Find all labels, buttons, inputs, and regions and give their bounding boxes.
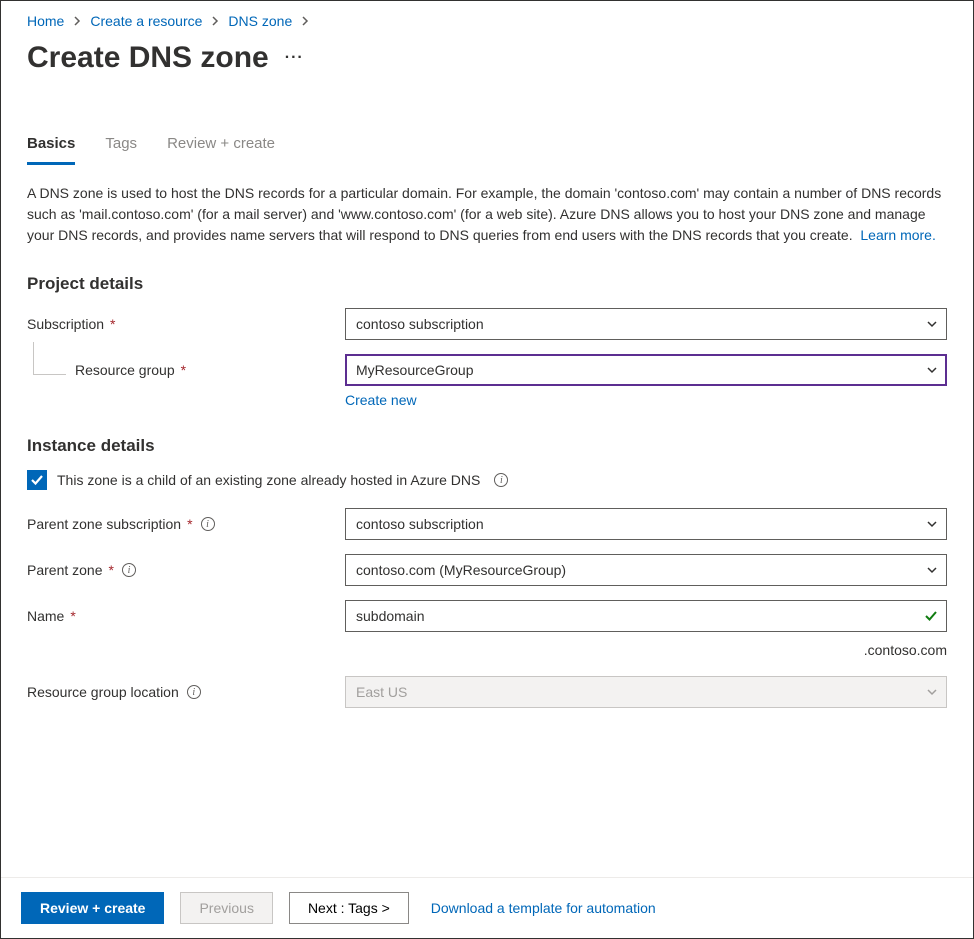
chevron-down-icon: [926, 518, 938, 530]
child-zone-checkbox[interactable]: [27, 470, 47, 490]
subscription-label: Subscription: [27, 316, 104, 332]
info-icon[interactable]: i: [494, 473, 508, 487]
info-icon[interactable]: i: [201, 517, 215, 531]
parent-subscription-select[interactable]: contoso subscription: [345, 508, 947, 540]
info-icon[interactable]: i: [122, 563, 136, 577]
chevron-right-icon: [300, 16, 310, 26]
resource-group-label: Resource group: [75, 362, 175, 378]
parent-zone-select[interactable]: contoso.com (MyResourceGroup): [345, 554, 947, 586]
tabs: Basics Tags Review + create: [27, 129, 947, 165]
tab-review-create[interactable]: Review + create: [167, 129, 275, 164]
required-marker: *: [110, 316, 115, 332]
subscription-value: contoso subscription: [356, 316, 484, 332]
breadcrumb-dns-zone[interactable]: DNS zone: [228, 13, 292, 29]
checkmark-icon: [924, 609, 938, 623]
section-project-details: Project details: [27, 274, 947, 294]
resource-group-select[interactable]: MyResourceGroup: [345, 354, 947, 386]
learn-more-link[interactable]: Learn more.: [860, 227, 935, 243]
page-title: Create DNS zone: [27, 41, 269, 75]
required-marker: *: [70, 608, 75, 624]
breadcrumb: Home Create a resource DNS zone: [27, 11, 947, 37]
required-marker: *: [181, 362, 186, 378]
section-instance-details: Instance details: [27, 436, 947, 456]
rg-location-label: Resource group location: [27, 684, 179, 700]
previous-button: Previous: [180, 892, 272, 924]
chevron-down-icon: [926, 686, 938, 698]
breadcrumb-home[interactable]: Home: [27, 13, 64, 29]
download-template-link[interactable]: Download a template for automation: [431, 900, 656, 916]
parent-zone-label: Parent zone: [27, 562, 103, 578]
child-zone-label: This zone is a child of an existing zone…: [57, 472, 480, 488]
wizard-footer: Review + create Previous Next : Tags > D…: [1, 877, 973, 938]
name-input[interactable]: subdomain: [345, 600, 947, 632]
chevron-down-icon: [926, 564, 938, 576]
rg-location-select: East US: [345, 676, 947, 708]
intro-body: A DNS zone is used to host the DNS recor…: [27, 185, 941, 243]
chevron-down-icon: [926, 364, 938, 376]
more-actions-button[interactable]: ···: [285, 50, 304, 66]
tab-tags[interactable]: Tags: [105, 129, 137, 164]
required-marker: *: [109, 562, 114, 578]
resource-group-value: MyResourceGroup: [356, 362, 474, 378]
intro-text: A DNS zone is used to host the DNS recor…: [27, 183, 947, 246]
chevron-right-icon: [210, 16, 220, 26]
info-icon[interactable]: i: [187, 685, 201, 699]
name-suffix: .contoso.com: [27, 642, 947, 658]
rg-location-value: East US: [356, 684, 407, 700]
tab-basics[interactable]: Basics: [27, 129, 75, 165]
review-create-button[interactable]: Review + create: [21, 892, 164, 924]
next-button[interactable]: Next : Tags >: [289, 892, 409, 924]
breadcrumb-create-resource[interactable]: Create a resource: [90, 13, 202, 29]
create-new-rg-link[interactable]: Create new: [345, 392, 417, 408]
parent-zone-value: contoso.com (MyResourceGroup): [356, 562, 566, 578]
chevron-down-icon: [926, 318, 938, 330]
parent-subscription-value: contoso subscription: [356, 516, 484, 532]
chevron-right-icon: [72, 16, 82, 26]
subscription-select[interactable]: contoso subscription: [345, 308, 947, 340]
parent-subscription-label: Parent zone subscription: [27, 516, 181, 532]
name-label: Name: [27, 608, 64, 624]
required-marker: *: [187, 516, 192, 532]
name-value: subdomain: [356, 608, 425, 624]
